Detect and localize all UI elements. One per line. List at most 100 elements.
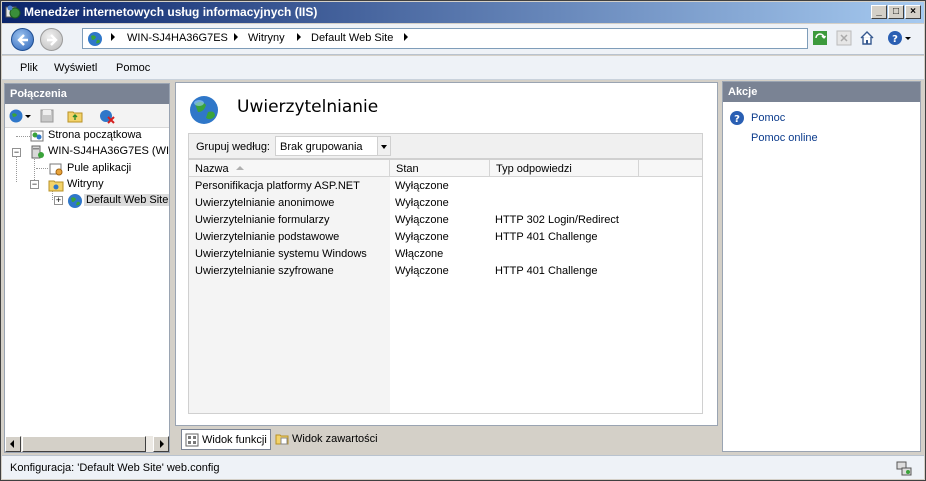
- network-status-icon: [896, 461, 912, 476]
- help-icon[interactable]: ?: [887, 30, 903, 46]
- cell-response: HTTP 401 Challenge: [495, 231, 598, 243]
- view-tabs: Widok funkcji Widok zawartości: [175, 427, 718, 451]
- group-by-label: Grupuj według:: [196, 141, 270, 153]
- cell-name: Personifikacja platformy ASP.NET: [195, 180, 360, 192]
- folder-up-icon[interactable]: [67, 108, 83, 124]
- features-view-icon: [185, 433, 199, 447]
- address-box[interactable]: WIN-SJ4HA36G7ES Witryny Default Web Site: [82, 28, 808, 49]
- maximize-button[interactable]: □: [888, 5, 904, 19]
- breadcrumb-default-site[interactable]: Default Web Site: [311, 32, 393, 44]
- cell-state: Wyłączone: [395, 265, 449, 277]
- cell-state: Wyłączone: [395, 231, 449, 243]
- chevron-down-icon[interactable]: [904, 30, 912, 46]
- scroll-left-button[interactable]: [5, 436, 21, 452]
- page-title: Uwierzytelnianie: [237, 97, 379, 117]
- group-by-value: Brak grupowania: [280, 141, 363, 153]
- tab-content-view[interactable]: Widok zawartości: [272, 429, 382, 450]
- authentication-globe-icon: [190, 96, 218, 124]
- table-row[interactable]: Uwierzytelnianie formularzy Wyłączone HT…: [189, 212, 702, 229]
- sites-folder-icon: [48, 180, 64, 192]
- home-icon[interactable]: [859, 30, 875, 46]
- table-row[interactable]: Personifikacja platformy ASP.NET Wyłączo…: [189, 178, 702, 195]
- tab-label: Widok zawartości: [292, 433, 378, 445]
- server-icon: [31, 145, 44, 159]
- action-help-link[interactable]: Pomoc: [751, 112, 785, 124]
- globe-icon: [88, 32, 102, 46]
- tree-label: WIN-SJ4HA36G7ES (WIN: [48, 145, 169, 157]
- back-arrow-icon: [17, 34, 28, 46]
- chevron-down-icon[interactable]: [377, 137, 390, 155]
- help-icon: ?: [730, 111, 744, 125]
- forward-arrow-icon: [47, 34, 58, 46]
- column-header-response[interactable]: Typ odpowiedzi: [490, 160, 639, 177]
- stop-icon[interactable]: [836, 30, 852, 46]
- cell-response: HTTP 302 Login/Redirect: [495, 214, 619, 226]
- app-pools-icon: [49, 163, 63, 176]
- connections-toolbar: [5, 104, 169, 128]
- status-text: Konfiguracja: 'Default Web Site' web.con…: [10, 462, 220, 474]
- cell-name: Uwierzytelnianie formularzy: [195, 214, 330, 226]
- tree-expander-sites[interactable]: −: [30, 180, 39, 189]
- table-row[interactable]: Uwierzytelnianie podstawowe Wyłączone HT…: [189, 229, 702, 246]
- tree-expander-default-site[interactable]: +: [54, 196, 63, 205]
- save-icon[interactable]: [39, 108, 55, 124]
- table-row[interactable]: Uwierzytelnianie systemu Windows Włączon…: [189, 246, 702, 263]
- table-row[interactable]: Uwierzytelnianie szyfrowane Wyłączone HT…: [189, 263, 702, 280]
- sort-ascending-icon: [236, 166, 244, 170]
- cell-state: Włączone: [395, 248, 444, 260]
- forward-button[interactable]: [40, 28, 63, 51]
- address-toolbar: WIN-SJ4HA36G7ES Witryny Default Web Site…: [2, 24, 924, 55]
- authentication-list: Nazwa Stan Typ odpowiedzi Personifikacja…: [188, 159, 703, 414]
- breadcrumb-server[interactable]: WIN-SJ4HA36G7ES: [127, 32, 228, 44]
- globe-icon: [68, 194, 82, 208]
- column-header-name[interactable]: Nazwa: [189, 160, 390, 177]
- table-row[interactable]: Uwierzytelnianie anonimowe Wyłączone: [189, 195, 702, 212]
- cell-name: Uwierzytelnianie podstawowe: [195, 231, 340, 243]
- iis-manager-window: Menedżer internetowych usług informacyjn…: [0, 0, 926, 481]
- chevron-left-icon: [10, 440, 14, 448]
- tree-horizontal-scrollbar[interactable]: [5, 436, 169, 452]
- content-view-icon: [275, 434, 289, 445]
- iis-app-icon: [5, 5, 21, 19]
- action-online-help-link[interactable]: Pomoc online: [751, 132, 818, 144]
- scroll-right-button[interactable]: [153, 436, 169, 452]
- refresh-icon[interactable]: [812, 30, 828, 46]
- back-button[interactable]: [11, 28, 34, 51]
- group-by-select[interactable]: Brak grupowania: [275, 136, 391, 156]
- tree-label: Pule aplikacji: [67, 162, 132, 174]
- column-header-state[interactable]: Stan: [390, 160, 490, 177]
- tree-label: Strona początkowa: [48, 129, 142, 141]
- tree-label: Default Web Site: [84, 194, 169, 206]
- chevron-right-icon: [160, 440, 164, 448]
- connections-panel: Połączenia Strona początkowa − WIN-SJ4HA…: [4, 83, 170, 453]
- chevron-down-icon[interactable]: [24, 108, 32, 124]
- cell-name: Uwierzytelnianie systemu Windows: [195, 248, 367, 260]
- cell-name: Uwierzytelnianie szyfrowane: [195, 265, 334, 277]
- menu-bar: Plik Wyświetl Pomoc: [2, 56, 924, 80]
- tab-features-view[interactable]: Widok funkcji: [181, 429, 271, 450]
- window-title: Menedżer internetowych usług informacyjn…: [24, 5, 318, 19]
- close-button[interactable]: ×: [905, 5, 921, 19]
- menu-help[interactable]: Pomoc: [116, 62, 150, 74]
- title-bar: Menedżer internetowych usług informacyjn…: [2, 2, 924, 23]
- connect-globe-icon[interactable]: [8, 108, 24, 124]
- tree-expander-server[interactable]: −: [12, 148, 21, 157]
- status-bar: Konfiguracja: 'Default Web Site' web.con…: [2, 455, 924, 479]
- connections-header: Połączenia: [5, 84, 169, 104]
- minimize-button[interactable]: _: [871, 5, 887, 19]
- actions-panel: Akcje ? Pomoc Pomoc online: [722, 81, 921, 452]
- menu-file[interactable]: Plik: [20, 62, 38, 74]
- column-header-filler: [639, 160, 702, 177]
- tab-label: Widok funkcji: [202, 434, 267, 446]
- start-page-icon: [30, 130, 44, 142]
- breadcrumb-sites[interactable]: Witryny: [248, 32, 285, 44]
- disconnect-icon[interactable]: [99, 108, 115, 124]
- cell-state: Wyłączone: [395, 197, 449, 209]
- tree-label: Witryny: [67, 178, 104, 190]
- scroll-thumb[interactable]: [22, 436, 146, 452]
- cell-response: HTTP 401 Challenge: [495, 265, 598, 277]
- connections-tree: Strona początkowa − WIN-SJ4HA36G7ES (WIN…: [5, 128, 169, 436]
- actions-header: Akcje: [723, 82, 920, 102]
- menu-view[interactable]: Wyświetl: [54, 62, 97, 74]
- svg-text:?: ?: [734, 114, 740, 125]
